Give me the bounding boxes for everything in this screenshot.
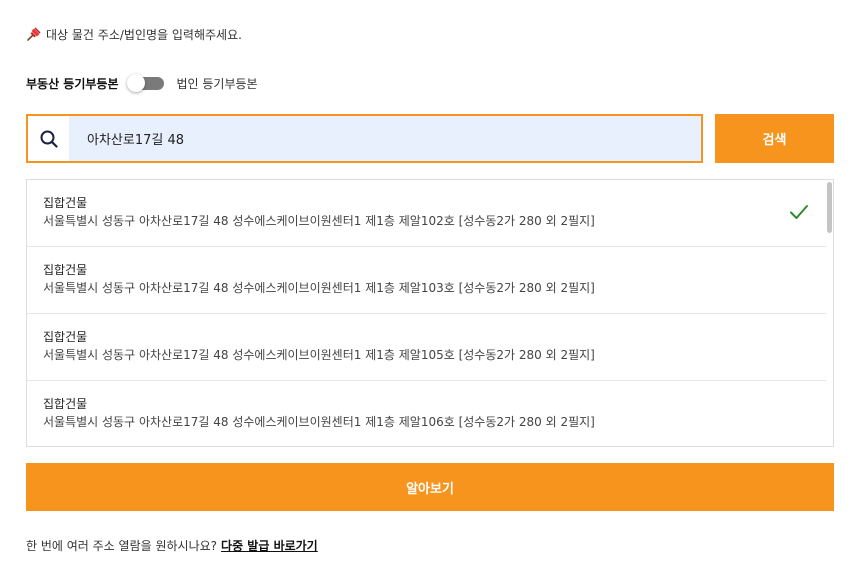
instruction-hint: 대상 물건 주소/법인명을 입력해주세요. [26, 25, 242, 43]
search-icon-cell [28, 116, 69, 161]
result-item[interactable]: 집합건물 서울특별시 성동구 아차산로17길 48 성수에스케이브이원센터1 제… [27, 247, 827, 314]
result-type: 집합건물 [43, 330, 88, 344]
result-address: 서울특별시 성동구 아차산로17길 48 성수에스케이브이원센터1 제1층 제알… [43, 348, 595, 362]
result-type: 집합건물 [43, 397, 88, 411]
result-address: 서울특별시 성동구 아차산로17길 48 성수에스케이브이원센터1 제1층 제알… [43, 281, 595, 295]
corporate-registry-label: 법인 등기부등본 [176, 76, 258, 91]
registry-type-toggle[interactable] [126, 74, 165, 92]
find-out-button[interactable]: 알아보기 [26, 463, 834, 511]
search-box [26, 114, 703, 163]
result-type: 집합건물 [43, 196, 88, 210]
registry-type-toggle-row: 부동산 등기부등본 법인 등기부등본 [26, 73, 258, 93]
hint-text: 대상 물건 주소/법인명을 입력해주세요. [46, 27, 242, 42]
results-scrollbar[interactable] [826, 180, 833, 446]
result-item[interactable]: 집합건물 서울특별시 성동구 아차산로17길 48 성수에스케이브이원센터1 제… [27, 314, 827, 381]
pushpin-icon [27, 27, 41, 41]
address-search-input[interactable] [69, 116, 689, 161]
search-icon [40, 130, 58, 148]
result-address: 서울특별시 성동구 아차산로17길 48 성수에스케이브이원센터1 제1층 제알… [43, 214, 595, 228]
toggle-knob [126, 74, 145, 92]
result-address: 서울특별시 성동구 아차산로17길 48 성수에스케이브이원센터1 제1층 제알… [43, 415, 595, 429]
real-estate-registry-label: 부동산 등기부등본 [26, 76, 119, 91]
footer-text: 한 번에 여러 주소 열람을 원하시나요? [26, 538, 218, 553]
result-item[interactable]: 집합건물 서울특별시 성동구 아차산로17길 48 성수에스케이브이원센터1 제… [27, 180, 827, 247]
search-button[interactable]: 검색 [715, 114, 834, 163]
search-results-list: 집합건물 서울특별시 성동구 아차산로17길 48 성수에스케이브이원센터1 제… [26, 179, 834, 447]
footer-note: 한 번에 여러 주소 열람을 원하시나요? 다중 발급 바로가기 [26, 536, 318, 554]
result-item[interactable]: 집합건물 서울특별시 성동구 아차산로17길 48 성수에스케이브이원센터1 제… [27, 381, 827, 446]
result-type: 집합건물 [43, 263, 88, 277]
bulk-issue-link[interactable]: 다중 발급 바로가기 [221, 537, 318, 554]
check-icon [790, 205, 808, 219]
scrollbar-thumb[interactable] [827, 182, 832, 233]
